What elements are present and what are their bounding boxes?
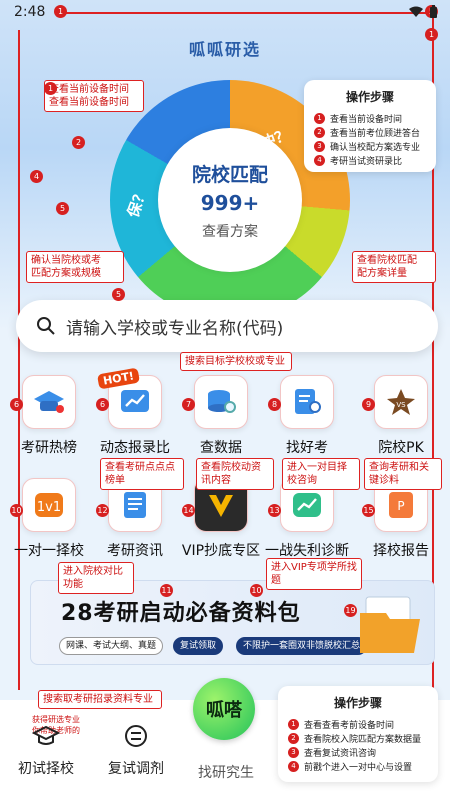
banner-pill-3: 不限护一套圈双非馈脱校汇总 (236, 637, 368, 655)
callout-time: 查看当前设备时间 查看当前设备时间 (44, 80, 144, 112)
battery-icon (430, 5, 437, 18)
match-count: 999+ (200, 190, 260, 215)
step-top-3: 3 确认当校配方案选专业 (314, 139, 426, 153)
callout-vip: 进入VIP专项学所找题 (266, 558, 362, 590)
svg-text:1v1: 1v1 (37, 500, 61, 515)
document-search-icon (280, 375, 334, 429)
match-center[interactable]: 院校匹配 999+ 查看方案 (158, 128, 302, 272)
badge-r2-3: 14 (182, 504, 195, 517)
callout-find: 进入一对目择校咨询 (282, 458, 360, 490)
center-action-button[interactable]: 呱嗒 (193, 678, 255, 740)
callout-bottom: 搜索取考研招录资料专业 (38, 690, 162, 709)
view-plan-link[interactable]: 查看方案 (202, 221, 258, 241)
step-bottom-4: 4 前戳个进入一对中心与设置 (288, 759, 428, 773)
annotation-line-left (18, 30, 20, 690)
grid-news[interactable]: 考研资讯 (100, 478, 170, 560)
svg-text:VS: VS (396, 401, 406, 409)
badge-5b: 5 (56, 202, 69, 215)
vs-star-icon: VS (374, 375, 428, 429)
step-bottom-1: 1 查看查看考前设备时间 (288, 717, 428, 731)
steps-panel-top: 操作步骤 1 查看当前设备时间 2 查看当前考位顾进答台 3 确认当校配方案选专业 4… (304, 80, 436, 172)
graduation-cap-icon (31, 725, 61, 745)
search-icon (37, 317, 55, 335)
steps-top-title: 操作步骤 (345, 90, 394, 104)
callout-pk: 查询考研和关键诊料 (364, 458, 442, 490)
badge-10: 10 (250, 584, 263, 597)
search-placeholder: 请输入学校或专业名称(代码) (66, 318, 284, 339)
search-input[interactable]: 请输入学校或专业名称(代码) (16, 300, 438, 352)
grid-diagnosis[interactable]: 一战失利诊断 (265, 478, 349, 560)
step-top-2: 2 查看当前考位顾进答台 (314, 125, 426, 139)
badge-2: 2 (72, 136, 85, 149)
badge-19: 19 (344, 604, 357, 617)
badge-r1-2: 6 (96, 398, 109, 411)
badge-r2-2: 12 (96, 504, 109, 517)
steps-bottom-title: 操作步骤 (333, 696, 382, 710)
match-title: 院校匹配 (191, 163, 268, 186)
hot-rank-icon (22, 375, 76, 429)
grid-one-on-one[interactable]: 1v1 一对一择校 (14, 478, 84, 560)
step-top-4: 4 考研当试资研录比 (314, 153, 426, 167)
badge-r1-5: 9 (362, 398, 375, 411)
status-time: 2:48 (14, 4, 46, 20)
callout-calc: 查看考研点点点榜单 (100, 458, 184, 490)
badge-r2-4: 13 (268, 504, 281, 517)
step-top-1: 1 查看当前设备时间 (314, 111, 426, 125)
tab-find-grad[interactable]: 找研究生 (190, 756, 262, 782)
status-bar: 2:48 (0, 0, 450, 26)
steps-panel-bottom: 操作步骤 1 查看查看考前设备时间 2 查看院校入院匹配方案数据量 3 查看复试资讯咨… (278, 686, 438, 782)
swap-icon (125, 725, 147, 747)
grid-check-data[interactable]: 查数据 (186, 375, 256, 457)
seg-label-left: 保？ (123, 185, 152, 220)
callout-confirm: 确认当院校或考 匹配方案或规模 (26, 251, 124, 283)
callout-detail: 查看院校匹配 配方案详量 (352, 251, 436, 283)
step-bottom-3: 3 查看复试资讯咨询 (288, 745, 428, 759)
database-search-icon (194, 375, 248, 429)
banner-claim-button[interactable]: 复试领取 (173, 637, 224, 655)
grid-school-pk[interactable]: VS 院校PK (366, 375, 436, 457)
svg-text:P: P (397, 499, 404, 513)
wifi-icon (409, 6, 423, 17)
badge-r1-4: 8 (268, 398, 281, 411)
folder-icon (360, 596, 420, 653)
callout-data: 查看院校动资讯内容 (196, 458, 274, 490)
badge-r2-5: 15 (362, 504, 375, 517)
badge-4: 4 (30, 170, 43, 183)
grid-vip-zone[interactable]: VIP抄底专区 (182, 478, 260, 560)
tab-retest[interactable]: 复试调剂 (104, 724, 168, 778)
grid-find-exam[interactable]: 找好考 (272, 375, 342, 457)
badge-1b: 1 (425, 28, 438, 41)
badge-5c: 5 (112, 288, 125, 301)
status-icons (409, 5, 438, 19)
grid-report[interactable]: P 择校报告 (366, 478, 436, 560)
one-on-one-icon: 1v1 (22, 478, 76, 532)
badge-c1: 1 (44, 82, 57, 95)
badge-r2-1: 10 (10, 504, 23, 517)
app-title: 呱呱研选 (188, 40, 261, 59)
banner-pill-1: 网课、考试大纲、真题 (59, 637, 164, 655)
grid-hot-rank[interactable]: 考研热榜 (14, 375, 84, 457)
tab-first-exam[interactable]: 初试择校 (14, 724, 78, 778)
step-bottom-2: 2 查看院校入院匹配方案数据量 (288, 731, 428, 745)
badge-r1-1: 6 (10, 398, 23, 411)
banner-title: 28考研启动必备资料包 (61, 601, 301, 626)
callout-school: 进入院校对比功能 (58, 562, 134, 594)
badge-r1-3: 7 (182, 398, 195, 411)
badge-11: 11 (160, 584, 173, 597)
callout-search: 搜索目标学校校或专业 (180, 352, 292, 371)
